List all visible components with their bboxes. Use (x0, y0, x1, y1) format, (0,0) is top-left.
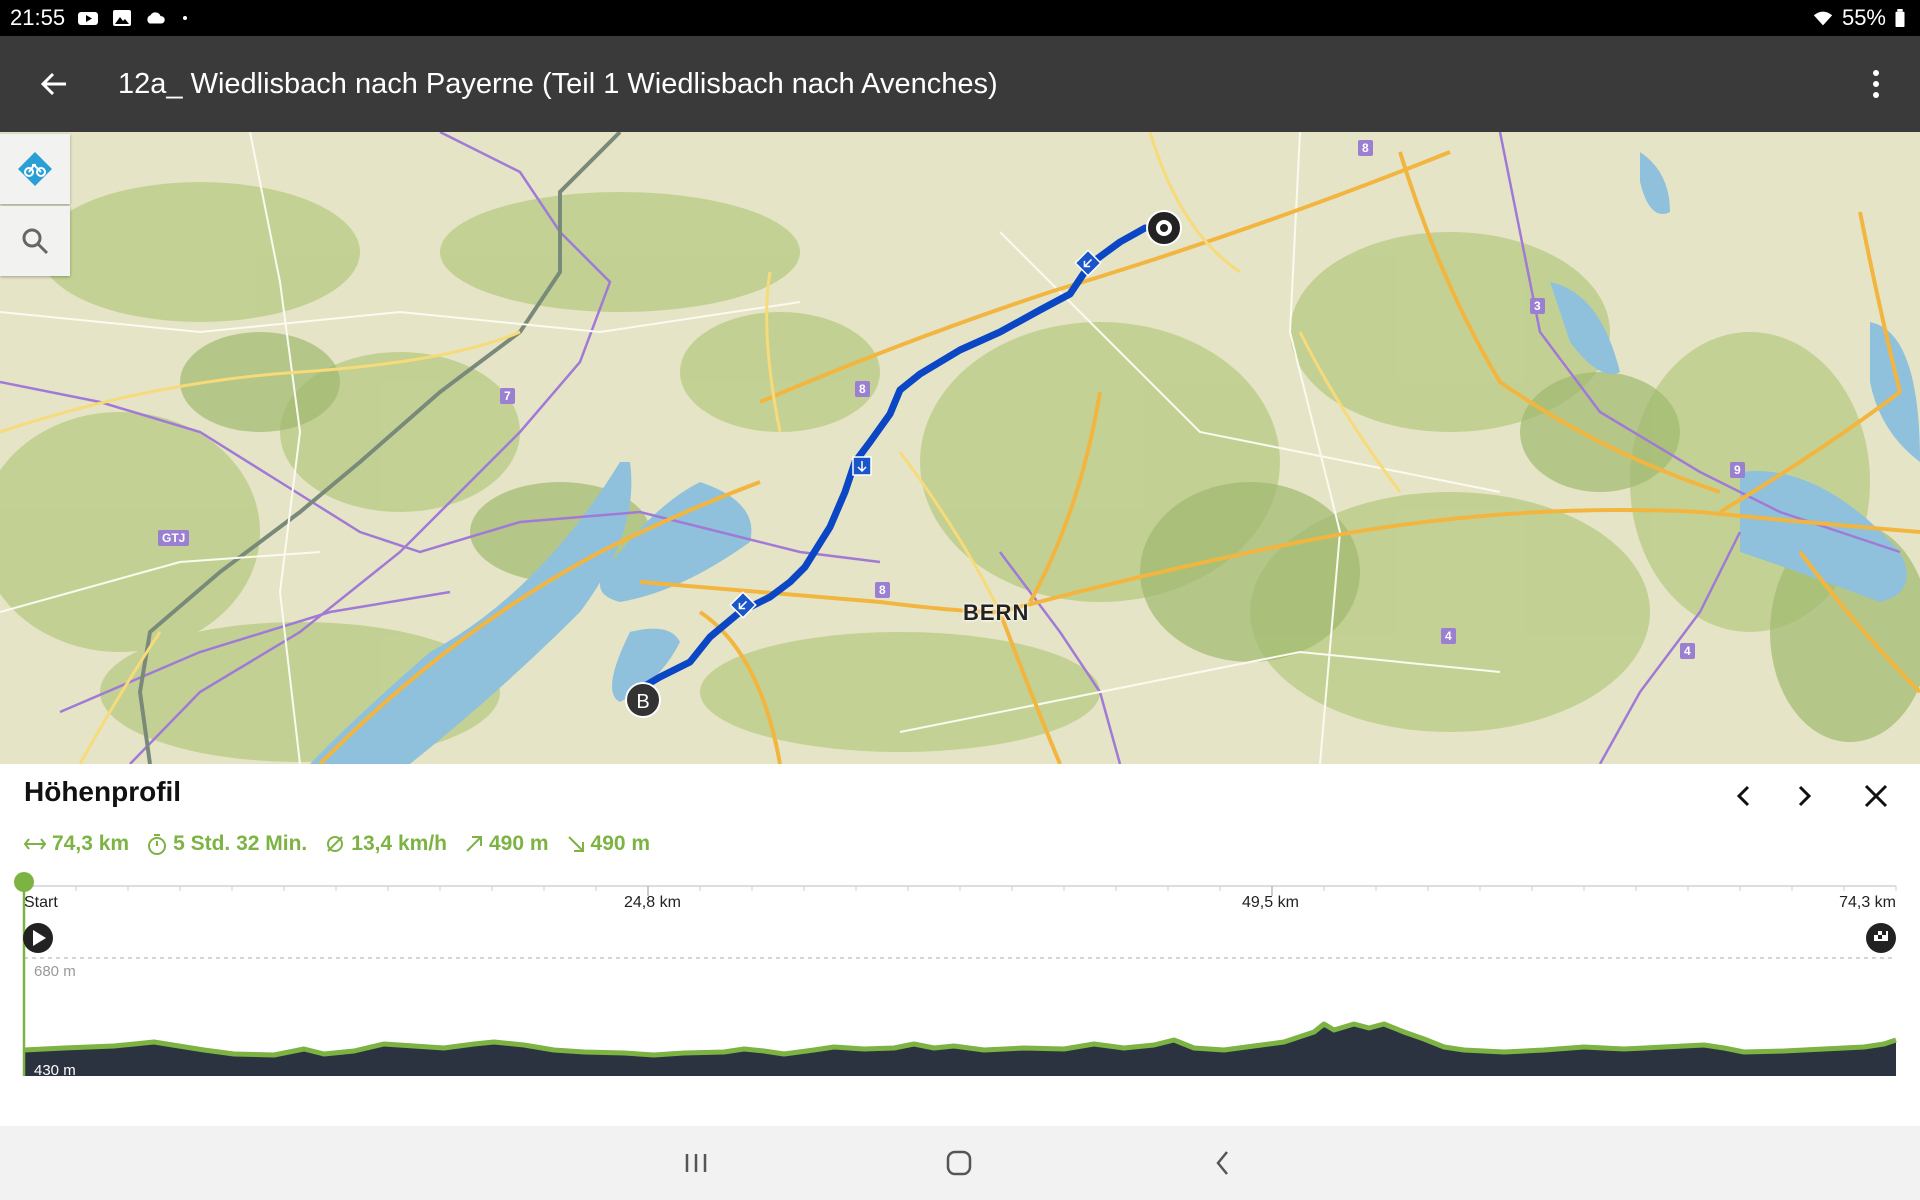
back-button[interactable] (24, 54, 84, 114)
system-back-button[interactable] (1193, 1140, 1253, 1186)
status-time: 21:55 (10, 5, 66, 30)
ascent-icon (466, 836, 482, 852)
more-vert-icon (1873, 70, 1879, 98)
elevation-title: Höhenprofil (24, 776, 182, 807)
finish-flag-icon (1866, 923, 1896, 953)
search-button[interactable] (0, 206, 70, 276)
route-number-label: GTJ (158, 530, 190, 546)
descent-icon (567, 836, 584, 852)
stat-ascent: 490 m (465, 832, 549, 856)
stat-distance: 74,3 km (24, 832, 129, 856)
average-icon (327, 836, 344, 852)
bike-mode-button[interactable] (0, 134, 70, 204)
distance-axis-labels: Start 24,8 km 49,5 km 74,3 km (24, 894, 1896, 924)
chevron-right-icon (1798, 785, 1812, 807)
route-direction-marker (852, 456, 872, 476)
elevation-panel: Höhenprofil 74,3 km 5 Std. 32 Min. 13,4 … (0, 764, 1920, 1126)
position-cursor-handle[interactable] (14, 872, 34, 892)
route-number-label: 7 (500, 388, 515, 404)
ascent-value: 490 m (489, 832, 549, 855)
route-number-label: 4 (1441, 628, 1456, 644)
axis-label-24-8km: 24,8 km (624, 894, 681, 911)
app-bar: 12a_ Wiedlisbach nach Payerne (Teil 1 Wi… (0, 36, 1920, 132)
axis-label-49-5km: 49,5 km (1242, 894, 1299, 911)
home-button[interactable] (929, 1140, 989, 1186)
system-nav-bar (0, 1126, 1920, 1200)
stat-avg-speed: 13,4 km/h (325, 832, 447, 856)
start-marker-label: B (636, 691, 649, 713)
recents-icon (685, 1154, 707, 1172)
wifi-icon (1813, 11, 1833, 26)
chevron-left-icon (1736, 785, 1750, 807)
map-canvas: B (0, 132, 1920, 764)
battery-icon (1895, 9, 1905, 27)
route-number-label: 8 (875, 582, 890, 598)
stat-descent: 490 m (567, 832, 651, 856)
recents-button[interactable] (666, 1140, 726, 1186)
page-title: 12a_ Wiedlisbach nach Payerne (Teil 1 Wi… (118, 67, 998, 100)
arrow-left-icon (40, 72, 66, 96)
close-icon (1864, 784, 1888, 808)
search-icon (22, 228, 49, 255)
battery-percent: 55% (1841, 5, 1886, 30)
route-number-label: 3 (1530, 298, 1545, 314)
route-stats: 74,3 km 5 Std. 32 Min. 13,4 km/h 490 m 4… (24, 832, 650, 856)
next-button[interactable] (1782, 774, 1826, 818)
gallery-icon (113, 10, 132, 26)
y-max-label: 680 m (34, 963, 76, 980)
cloud-icon (147, 12, 165, 24)
close-button[interactable] (1854, 774, 1898, 818)
distance-icon (24, 838, 46, 850)
city-label-bern: BERN (963, 600, 1030, 625)
avg-speed-value: 13,4 km/h (351, 832, 447, 855)
youtube-icon (78, 12, 99, 25)
home-icon (946, 1150, 972, 1176)
route-end-marker (1146, 210, 1182, 246)
stat-duration: 5 Std. 32 Min. (147, 832, 307, 856)
overflow-menu-button[interactable] (1856, 54, 1896, 114)
route-number-label: 8 (1358, 140, 1373, 156)
dot-icon (183, 16, 188, 20)
stopwatch-icon (148, 834, 167, 855)
bike-icon (18, 152, 52, 186)
status-bar: 21:55 55% (0, 0, 1920, 36)
descent-value: 490 m (590, 832, 651, 855)
route-number-label: 4 (1680, 643, 1695, 659)
distance-value: 74,3 km (52, 832, 130, 855)
route-number-label: 8 (855, 381, 870, 397)
axis-label-end: 74,3 km (1839, 894, 1896, 911)
route-number-label: 9 (1730, 462, 1745, 478)
previous-button[interactable] (1722, 774, 1766, 818)
map-view[interactable]: B 8 8 8 7 3 9 4 4 GTJ BERN (0, 132, 1920, 764)
duration-value: 5 Std. 32 Min. (173, 832, 308, 855)
axis-label-start: Start (24, 894, 58, 911)
y-min-label: 430 m (34, 1062, 76, 1079)
back-icon (1216, 1151, 1228, 1175)
start-flag-icon (23, 923, 53, 953)
